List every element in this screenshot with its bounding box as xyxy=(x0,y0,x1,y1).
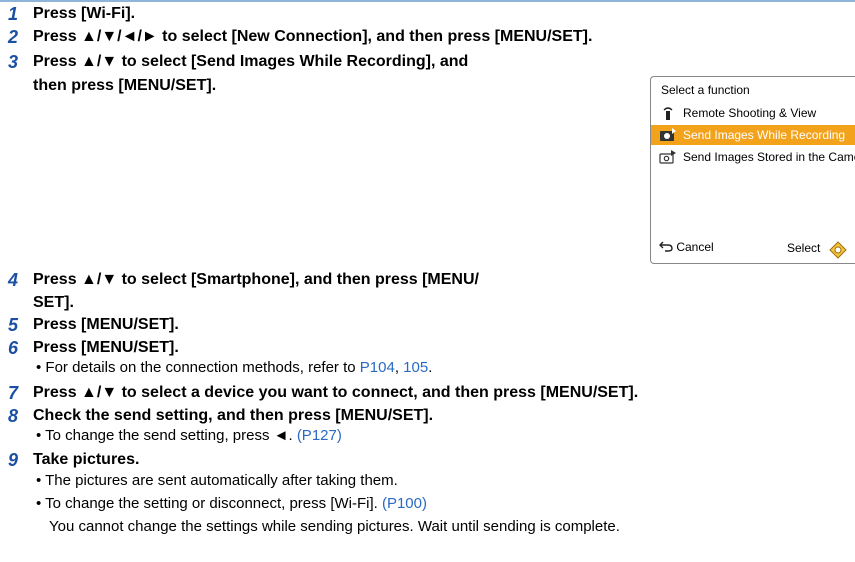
page-link-p127[interactable]: (P127) xyxy=(297,427,342,444)
period: . xyxy=(428,359,433,376)
step-text: Take pictures. xyxy=(33,451,140,468)
step-text-line-2: SET]. xyxy=(33,294,74,311)
select-label: Select xyxy=(787,241,821,255)
camera-send-icon xyxy=(659,128,677,142)
step-number: 1 xyxy=(8,4,19,24)
menu-item-send-stored[interactable]: Send Images Stored in the Camera xyxy=(651,147,855,167)
page-link-p104[interactable]: P104 xyxy=(360,359,395,376)
cancel-button[interactable]: Cancel xyxy=(659,240,714,255)
camera-function-screen: Select a function Remote Shooting & View… xyxy=(650,76,855,264)
step-number: 4 xyxy=(8,270,19,290)
cancel-label: Cancel xyxy=(676,239,714,254)
step-number: 6 xyxy=(8,338,19,358)
bullet-note: • To change the send setting, press ◄. (… xyxy=(36,426,342,446)
menu-item-label: Send Images While Recording xyxy=(683,128,846,142)
bullet-text: • For details on the connection methods,… xyxy=(36,359,360,376)
step-number: 2 xyxy=(8,27,19,47)
separator: , xyxy=(394,359,404,376)
bullet-text: • To change the send setting, press ◄. xyxy=(36,427,297,444)
step-text: Check the send setting, and then press [… xyxy=(33,407,434,424)
step-number: 5 xyxy=(8,315,19,335)
bullet-note: • The pictures are sent automatically af… xyxy=(36,472,398,489)
back-arrow-icon xyxy=(659,240,673,255)
bullet-text: • To change the setting or disconnect, p… xyxy=(36,495,382,512)
page-link-p100[interactable]: (P100) xyxy=(382,495,427,512)
screen-title: Select a function xyxy=(661,83,750,97)
step-number: 3 xyxy=(8,52,19,72)
menu-item-send-while-recording[interactable]: Send Images While Recording xyxy=(651,125,855,145)
page-link-105[interactable]: 105 xyxy=(403,359,428,376)
step-number: 8 xyxy=(8,406,19,426)
step-number: 7 xyxy=(8,383,19,403)
remote-icon xyxy=(659,106,677,120)
step-text-line-2: then press [MENU/SET]. xyxy=(33,77,217,94)
note-text: You cannot change the settings while sen… xyxy=(49,518,620,535)
bullet-note: • To change the setting or disconnect, p… xyxy=(36,494,427,514)
stored-images-icon xyxy=(659,150,677,164)
menu-item-label: Send Images Stored in the Camera xyxy=(683,150,855,164)
step-text: Press [MENU/SET]. xyxy=(33,316,179,333)
step-text-line-1: Press ▲/▼ to select [Send Images While R… xyxy=(33,53,469,70)
step-text-line-1: Press ▲/▼ to select [Smartphone], and th… xyxy=(33,271,479,288)
menu-item-remote-shooting[interactable]: Remote Shooting & View xyxy=(651,103,855,123)
step-text: Press [MENU/SET]. xyxy=(33,339,179,356)
step-text: Press ▲/▼/◄/► to select [New Connection]… xyxy=(33,28,593,45)
step-text: Press [Wi-Fi]. xyxy=(33,5,136,22)
bullet-note: • For details on the connection methods,… xyxy=(36,358,432,378)
menu-item-label: Remote Shooting & View xyxy=(683,106,817,120)
step-text: Press ▲/▼ to select a device you want to… xyxy=(33,384,639,401)
step-number: 9 xyxy=(8,450,19,470)
cursor-button-icon[interactable] xyxy=(829,241,847,259)
